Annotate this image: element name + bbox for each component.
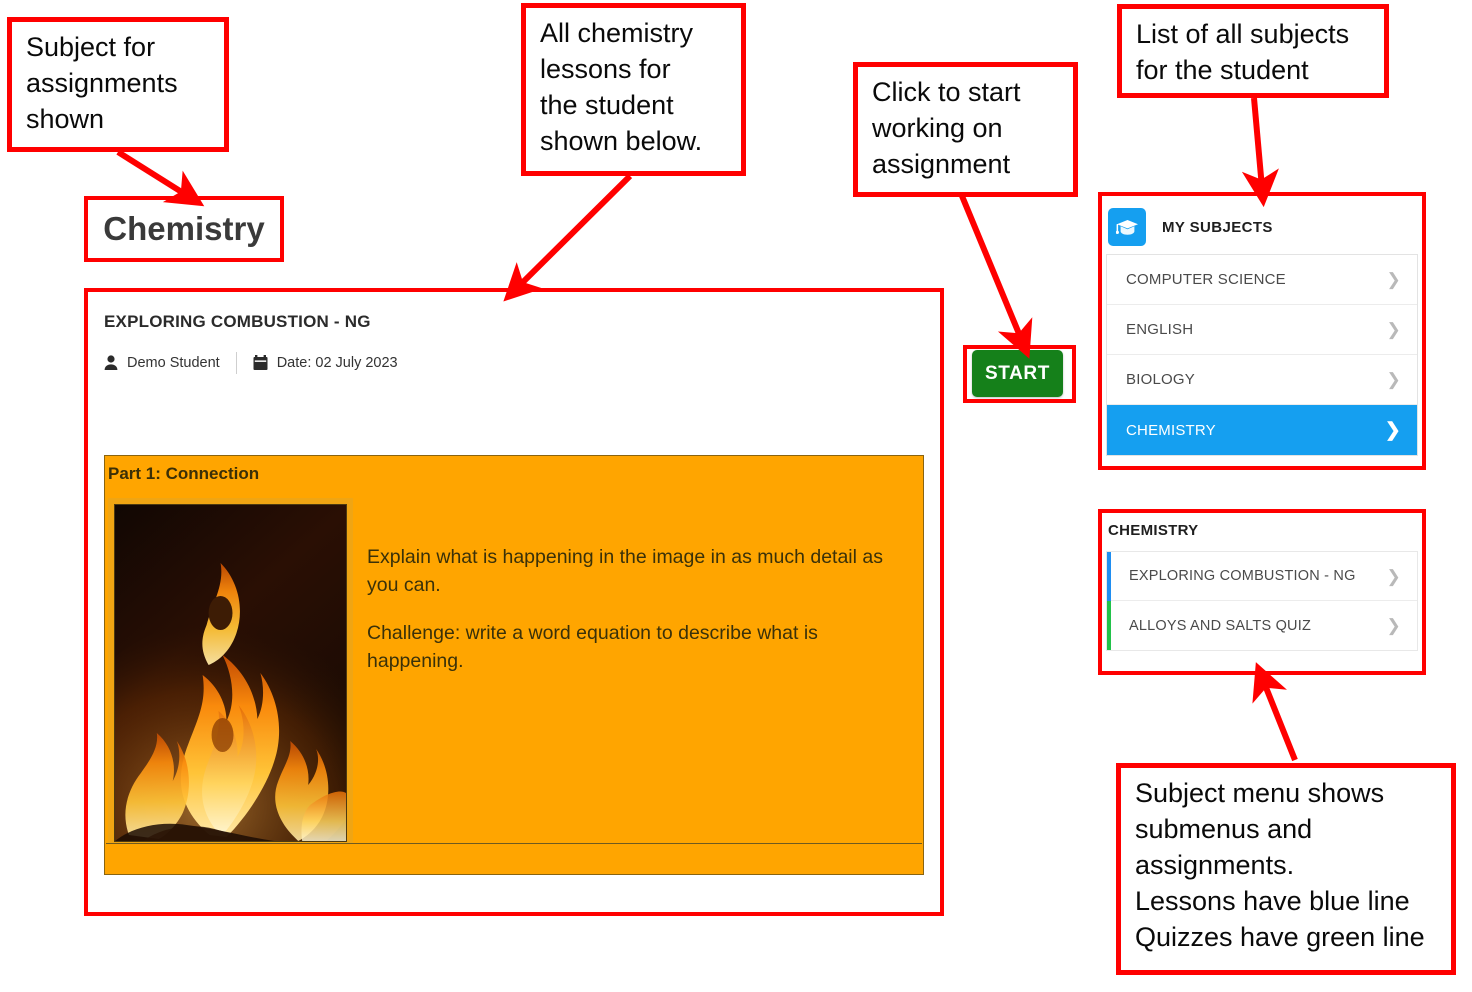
- sidebar-item-biology[interactable]: BIOLOGY ❯: [1107, 355, 1417, 405]
- callout-subject-for-assignments: Subject for assignments shown: [7, 17, 229, 152]
- date-meta: Date: 02 July 2023: [253, 355, 398, 371]
- sidebar-item-english[interactable]: ENGLISH ❯: [1107, 305, 1417, 355]
- my-subjects-panel: MY SUBJECTS COMPUTER SCIENCE ❯ ENGLISH ❯…: [1106, 200, 1418, 456]
- chevron-right-icon: ❯: [1386, 566, 1401, 586]
- subject-label: CHEMISTRY: [1126, 421, 1216, 439]
- subject-list: COMPUTER SCIENCE ❯ ENGLISH ❯ BIOLOGY ❯ C…: [1106, 254, 1418, 456]
- part-paragraph: Challenge: write a word equation to desc…: [367, 622, 818, 673]
- submenu-item-alloys-and-salts-quiz[interactable]: ALLOYS AND SALTS QUIZ ❯: [1107, 601, 1417, 650]
- lesson-accent-bar: [1107, 551, 1111, 601]
- assignment-meta: Demo Student Date: 02 July 2023: [104, 352, 398, 374]
- arrow-start-button: [959, 194, 1033, 359]
- chevron-right-icon: ❯: [1386, 320, 1401, 339]
- part-footer-bar: [106, 843, 922, 874]
- my-subjects-header: MY SUBJECTS: [1106, 200, 1418, 254]
- callout-click-to-start: Click to start working on assignment: [853, 62, 1078, 197]
- chemistry-submenu-panel: CHEMISTRY EXPLORING COMBUSTION - NG ❯ AL…: [1106, 516, 1418, 651]
- my-subjects-title: MY SUBJECTS: [1162, 218, 1273, 236]
- assignment-date: Date: 02 July 2023: [276, 355, 398, 371]
- chevron-right-icon: ❯: [1386, 270, 1401, 289]
- fire-flames-photo: [114, 504, 347, 842]
- arrow-chemistry-submenu: [1252, 662, 1298, 762]
- subject-label: COMPUTER SCIENCE: [1126, 271, 1286, 288]
- arrow-subject-title: [116, 149, 205, 207]
- callout-all-chemistry-lessons: All chemistry lessons for the student sh…: [521, 3, 746, 176]
- arrow-assignment-card: [503, 173, 633, 302]
- sidebar-item-computer-science[interactable]: COMPUTER SCIENCE ❯: [1107, 255, 1417, 305]
- submenu-label: EXPLORING COMBUSTION - NG: [1129, 568, 1356, 584]
- chevron-right-icon: ❯: [1384, 419, 1401, 441]
- person-icon: [104, 355, 118, 371]
- submenu-label: ALLOYS AND SALTS QUIZ: [1129, 617, 1312, 634]
- chevron-right-icon: ❯: [1386, 370, 1401, 389]
- part-body: Explain what is happening in the image i…: [108, 498, 922, 846]
- part-image-frame: [108, 498, 353, 846]
- arrow-my-subjects: [1241, 97, 1279, 208]
- start-button[interactable]: START: [972, 350, 1063, 397]
- graduation-cap-icon: [1108, 208, 1146, 246]
- student-meta: Demo Student: [104, 355, 220, 371]
- meta-divider: [235, 352, 237, 374]
- subject-label: ENGLISH: [1126, 321, 1194, 338]
- part-text: Explain what is happening in the image i…: [353, 498, 922, 697]
- submenu-title: CHEMISTRY: [1108, 522, 1199, 539]
- part-heading: Part 1: Connection: [108, 464, 260, 483]
- page-title: Chemistry: [103, 210, 265, 247]
- submenu-item-exploring-combustion[interactable]: EXPLORING COMBUSTION - NG ❯: [1107, 551, 1417, 601]
- submenu-list: EXPLORING COMBUSTION - NG ❯ ALLOYS AND S…: [1106, 551, 1418, 651]
- part-paragraph: Explain what is happening in the image i…: [367, 546, 883, 596]
- chevron-right-icon: ❯: [1386, 616, 1401, 635]
- part-panel: Part 1: Connection Explain what is happe…: [104, 455, 924, 875]
- calendar-icon: [253, 355, 268, 371]
- callout-list-of-all-subjects: List of all subjects for the student: [1117, 4, 1389, 98]
- student-name: Demo Student: [127, 355, 220, 371]
- start-button-wrap: START: [972, 350, 1063, 397]
- sidebar-item-chemistry[interactable]: CHEMISTRY ❯: [1107, 405, 1417, 455]
- screenshot-stage: Chemistry EXPLORING COMBUSTION - NG Demo…: [0, 0, 1472, 992]
- callout-subject-menu-note: Subject menu shows submenus and assignme…: [1116, 763, 1456, 975]
- quiz-accent-bar: [1107, 601, 1111, 650]
- assignment-title: EXPLORING COMBUSTION - NG: [104, 312, 371, 331]
- assignment-card: EXPLORING COMBUSTION - NG Demo Student D…: [84, 288, 944, 916]
- subject-label: BIOLOGY: [1126, 371, 1195, 388]
